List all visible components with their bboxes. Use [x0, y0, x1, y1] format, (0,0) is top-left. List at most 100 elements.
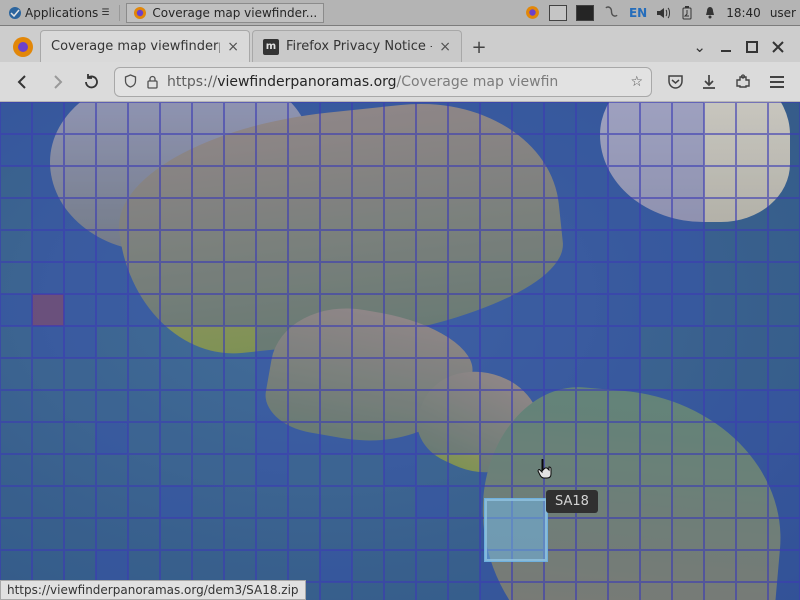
- coverage-tile[interactable]: [352, 486, 384, 518]
- coverage-tile[interactable]: [608, 166, 640, 198]
- coverage-tile[interactable]: [736, 582, 768, 600]
- coverage-tile[interactable]: [320, 166, 352, 198]
- coverage-tile[interactable]: [640, 422, 672, 454]
- coverage-tile[interactable]: [0, 262, 32, 294]
- coverage-tile[interactable]: [352, 166, 384, 198]
- coverage-tile[interactable]: [160, 422, 192, 454]
- coverage-tile[interactable]: [736, 518, 768, 550]
- coverage-tile[interactable]: [224, 326, 256, 358]
- coverage-tile[interactable]: [256, 198, 288, 230]
- coverage-tile[interactable]: [96, 102, 128, 134]
- coverage-tile[interactable]: [288, 326, 320, 358]
- coverage-tile[interactable]: [512, 454, 544, 486]
- coverage-tile[interactable]: [64, 102, 96, 134]
- coverage-tile[interactable]: [32, 134, 64, 166]
- coverage-tile[interactable]: [96, 198, 128, 230]
- coverage-tile[interactable]: [0, 166, 32, 198]
- coverage-tile[interactable]: [576, 518, 608, 550]
- coverage-tile[interactable]: [160, 550, 192, 582]
- coverage-tile[interactable]: [448, 294, 480, 326]
- coverage-tile[interactable]: [352, 550, 384, 582]
- coverage-tile[interactable]: [480, 582, 512, 600]
- coverage-tile[interactable]: [640, 454, 672, 486]
- coverage-tile[interactable]: [704, 390, 736, 422]
- coverage-tile[interactable]: [192, 198, 224, 230]
- coverage-tile[interactable]: [128, 422, 160, 454]
- coverage-tile[interactable]: [512, 262, 544, 294]
- coverage-tile[interactable]: [224, 550, 256, 582]
- coverage-tile[interactable]: [224, 454, 256, 486]
- coverage-tile[interactable]: [384, 518, 416, 550]
- lock-icon[interactable]: [146, 75, 159, 89]
- coverage-tile[interactable]: [576, 454, 608, 486]
- coverage-tile[interactable]: [352, 198, 384, 230]
- coverage-tile[interactable]: [96, 134, 128, 166]
- coverage-tile[interactable]: [768, 358, 800, 390]
- coverage-grid[interactable]: [0, 102, 800, 600]
- coverage-tile[interactable]: [512, 294, 544, 326]
- coverage-tile[interactable]: [352, 262, 384, 294]
- coverage-tile[interactable]: [448, 518, 480, 550]
- coverage-tile[interactable]: [608, 518, 640, 550]
- coverage-tile[interactable]: [256, 102, 288, 134]
- coverage-tile[interactable]: [256, 230, 288, 262]
- coverage-tile[interactable]: [288, 230, 320, 262]
- coverage-tile[interactable]: [64, 550, 96, 582]
- coverage-tile[interactable]: [448, 198, 480, 230]
- bookmark-star-icon[interactable]: ☆: [630, 74, 643, 90]
- coverage-tile[interactable]: [384, 326, 416, 358]
- coverage-tile[interactable]: [416, 262, 448, 294]
- coverage-tile[interactable]: [32, 518, 64, 550]
- coverage-tile[interactable]: [384, 262, 416, 294]
- coverage-tile[interactable]: [416, 134, 448, 166]
- new-tab-button[interactable]: +: [464, 32, 494, 62]
- coverage-tile[interactable]: [288, 422, 320, 454]
- coverage-tile[interactable]: [448, 102, 480, 134]
- coverage-tile[interactable]: [640, 262, 672, 294]
- coverage-tile[interactable]: [736, 230, 768, 262]
- coverage-tile[interactable]: [32, 550, 64, 582]
- reload-button[interactable]: [80, 71, 102, 93]
- coverage-tile[interactable]: [544, 454, 576, 486]
- coverage-tile[interactable]: [448, 230, 480, 262]
- coverage-tile[interactable]: [96, 358, 128, 390]
- coverage-tile[interactable]: [64, 390, 96, 422]
- tab-privacy-notice[interactable]: m Firefox Privacy Notice — M ×: [252, 30, 462, 62]
- coverage-tile[interactable]: [416, 166, 448, 198]
- coverage-tile[interactable]: [768, 166, 800, 198]
- coverage-tile[interactable]: [352, 326, 384, 358]
- coverage-tile[interactable]: [576, 550, 608, 582]
- coverage-tile[interactable]: [352, 102, 384, 134]
- coverage-tile[interactable]: [480, 230, 512, 262]
- volume-icon[interactable]: [656, 6, 671, 20]
- coverage-tile[interactable]: [672, 326, 704, 358]
- coverage-tile[interactable]: [704, 294, 736, 326]
- coverage-tile[interactable]: [160, 326, 192, 358]
- coverage-tile[interactable]: [416, 582, 448, 600]
- coverage-tile[interactable]: [608, 294, 640, 326]
- coverage-tile[interactable]: [288, 486, 320, 518]
- coverage-tile[interactable]: [288, 198, 320, 230]
- coverage-tile[interactable]: [224, 422, 256, 454]
- coverage-tile[interactable]: [352, 230, 384, 262]
- coverage-tile[interactable]: [256, 550, 288, 582]
- coverage-tile[interactable]: [64, 326, 96, 358]
- coverage-tile[interactable]: [224, 358, 256, 390]
- coverage-tile[interactable]: [736, 454, 768, 486]
- coverage-tile[interactable]: [192, 550, 224, 582]
- coverage-tile[interactable]: [384, 454, 416, 486]
- coverage-tile[interactable]: [768, 198, 800, 230]
- coverage-tile[interactable]: [416, 294, 448, 326]
- coverage-tile[interactable]: [704, 358, 736, 390]
- coverage-tile[interactable]: [512, 390, 544, 422]
- coverage-tile[interactable]: [768, 262, 800, 294]
- coverage-tile[interactable]: [416, 390, 448, 422]
- coverage-tile[interactable]: [608, 262, 640, 294]
- coverage-tile[interactable]: [768, 486, 800, 518]
- coverage-tile[interactable]: [640, 198, 672, 230]
- coverage-tile[interactable]: [96, 230, 128, 262]
- extensions-button[interactable]: [732, 71, 754, 93]
- coverage-tile[interactable]: [640, 518, 672, 550]
- coverage-tile[interactable]: [320, 134, 352, 166]
- coverage-tile[interactable]: [288, 262, 320, 294]
